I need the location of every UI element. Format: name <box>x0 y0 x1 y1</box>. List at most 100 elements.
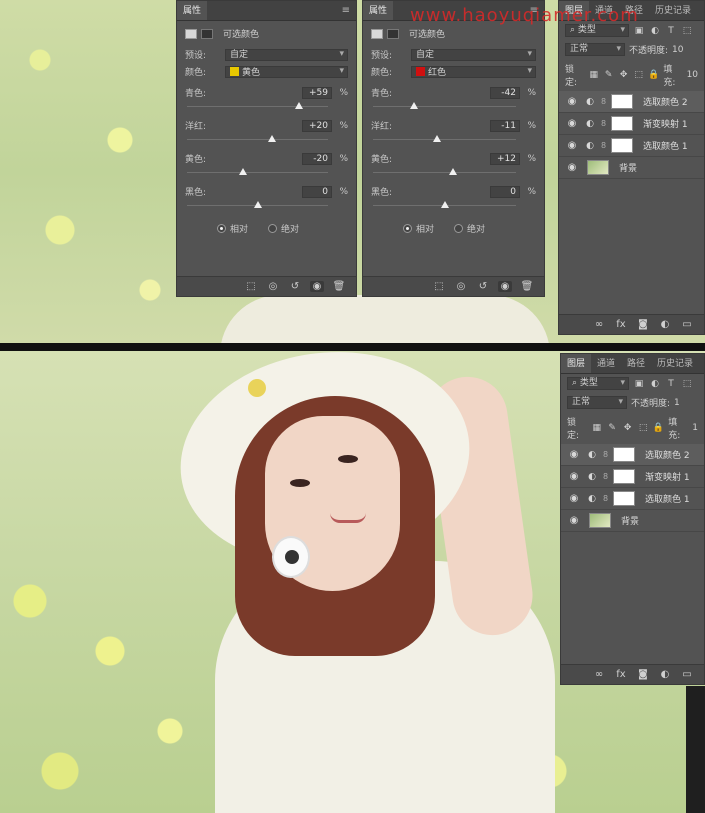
lock-transparent-icon[interactable]: ▦ <box>588 70 599 80</box>
radio-relative[interactable]: 相对 <box>403 222 434 235</box>
new-group-icon[interactable]: ▭ <box>680 319 694 330</box>
slider-track[interactable] <box>373 134 516 146</box>
link-layers-icon[interactable]: ∞ <box>592 669 606 680</box>
eye-icon[interactable]: ◉ <box>567 471 581 482</box>
value-field[interactable]: -11 <box>490 119 520 132</box>
tab-history[interactable]: 历史记录 <box>651 354 699 373</box>
lock-artboard-icon[interactable]: ⬚ <box>637 423 648 433</box>
shape-filter-icon[interactable]: ⬚ <box>681 379 693 389</box>
new-adjustment-icon[interactable]: ◐ <box>658 319 672 330</box>
clip-to-layer-icon[interactable]: ⬚ <box>244 281 258 292</box>
fill-value[interactable]: 10 <box>687 70 698 80</box>
image-filter-icon[interactable]: ▣ <box>633 26 645 36</box>
layer-row[interactable]: ◉ 背景 <box>559 157 704 179</box>
blend-mode-select[interactable]: 正常 <box>565 43 625 56</box>
panel-menu-icon[interactable]: ≡ <box>342 1 350 21</box>
link-layers-icon[interactable]: ∞ <box>592 319 606 330</box>
eye-icon[interactable]: ◉ <box>565 140 579 151</box>
slider-track[interactable] <box>187 134 328 146</box>
opacity-value[interactable]: 1 <box>674 398 680 408</box>
type-filter-icon[interactable]: T <box>665 379 677 389</box>
clip-to-layer-icon[interactable]: ⬚ <box>432 281 446 292</box>
filter-select[interactable]: ⌕ 类型 <box>567 377 629 390</box>
radio-absolute[interactable]: 绝对 <box>268 222 299 235</box>
eye-icon[interactable]: ◉ <box>565 118 579 129</box>
eye-icon[interactable]: ◉ <box>567 449 581 460</box>
visibility-eye-icon[interactable]: ◉ <box>310 281 324 292</box>
slider-track[interactable] <box>373 200 516 212</box>
eye-icon[interactable]: ◉ <box>565 96 579 107</box>
mask-icon[interactable] <box>387 28 399 39</box>
new-adjustment-icon[interactable]: ◐ <box>658 669 672 680</box>
fx-icon[interactable]: fx <box>614 319 628 330</box>
reset-icon[interactable]: ↺ <box>476 281 490 292</box>
trash-icon[interactable]: 🗑 <box>332 281 346 292</box>
lock-position-icon[interactable]: ✥ <box>618 70 629 80</box>
type-filter-icon[interactable]: T <box>665 26 677 36</box>
layer-row[interactable]: ◉ 背景 <box>561 510 704 532</box>
color-select[interactable]: 黄色 <box>225 65 348 78</box>
slider-thumb[interactable] <box>253 201 262 208</box>
add-mask-icon[interactable]: ◙ <box>636 319 650 330</box>
layer-row[interactable]: ◉ ◐ 8 选取颜色 1 <box>559 135 704 157</box>
tab-layers[interactable]: 图层 <box>561 354 592 373</box>
opacity-value[interactable]: 10 <box>672 45 683 55</box>
tab-history[interactable]: 历史记录 <box>649 1 697 20</box>
layer-mask-thumb[interactable] <box>613 469 635 484</box>
slider-track[interactable] <box>187 200 328 212</box>
trash-icon[interactable]: 🗑 <box>520 281 534 292</box>
layer-row[interactable]: ◉ ◐ 8 渐变映射 1 <box>559 113 704 135</box>
adjustment-filter-icon[interactable]: ◐ <box>649 379 661 389</box>
slider-thumb[interactable] <box>432 135 441 142</box>
eye-icon[interactable]: ◉ <box>567 515 581 526</box>
preset-select[interactable]: 自定 <box>225 48 348 61</box>
slider-thumb[interactable] <box>239 168 248 175</box>
layer-mask-thumb[interactable] <box>613 447 635 462</box>
slider-thumb[interactable] <box>449 168 458 175</box>
preset-select[interactable]: 自定 <box>411 48 536 61</box>
layer-row[interactable]: ◉ ◐ 8 渐变映射 1 <box>561 466 704 488</box>
tab-channels[interactable]: 通道 <box>591 354 621 373</box>
slider-track[interactable] <box>373 167 516 179</box>
slider-thumb[interactable] <box>440 201 449 208</box>
lock-artboard-icon[interactable]: ⬚ <box>633 70 644 80</box>
fx-icon[interactable]: fx <box>614 669 628 680</box>
value-field[interactable]: -20 <box>302 152 332 165</box>
value-field[interactable]: 0 <box>302 185 332 198</box>
eye-icon[interactable]: ◉ <box>565 162 579 173</box>
blend-mode-select[interactable]: 正常 <box>567 396 627 409</box>
slider-track[interactable] <box>187 167 328 179</box>
layer-row[interactable]: ◉ ◐ 8 选取颜色 2 <box>559 91 704 113</box>
layer-mask-thumb[interactable] <box>611 138 633 153</box>
layer-mask-thumb[interactable] <box>611 94 633 109</box>
radio-absolute[interactable]: 绝对 <box>454 222 485 235</box>
lock-all-icon[interactable]: 🔒 <box>653 423 664 433</box>
fill-value[interactable]: 1 <box>692 423 698 433</box>
view-previous-icon[interactable]: ◎ <box>454 281 468 292</box>
layer-row[interactable]: ◉ ◐ 8 选取颜色 1 <box>561 488 704 510</box>
lock-all-icon[interactable]: 🔒 <box>648 70 659 80</box>
reset-icon[interactable]: ↺ <box>288 281 302 292</box>
tab-paths[interactable]: 路径 <box>621 354 651 373</box>
shape-filter-icon[interactable]: ⬚ <box>681 26 693 36</box>
image-filter-icon[interactable]: ▣ <box>633 379 645 389</box>
lock-transparent-icon[interactable]: ▦ <box>591 423 602 433</box>
layer-mask-thumb[interactable] <box>611 116 633 131</box>
slider-track[interactable] <box>187 101 328 113</box>
value-field[interactable]: +20 <box>302 119 332 132</box>
lock-position-icon[interactable]: ✥ <box>622 423 633 433</box>
value-field[interactable]: 0 <box>490 185 520 198</box>
new-group-icon[interactable]: ▭ <box>680 669 694 680</box>
lock-pixels-icon[interactable]: ✎ <box>603 70 614 80</box>
slider-track[interactable] <box>373 101 516 113</box>
visibility-eye-icon[interactable]: ◉ <box>498 281 512 292</box>
mask-icon[interactable] <box>201 28 213 39</box>
slider-thumb[interactable] <box>295 102 304 109</box>
tab-properties[interactable]: 属性 <box>177 1 208 20</box>
view-previous-icon[interactable]: ◎ <box>266 281 280 292</box>
layer-row[interactable]: ◉ ◐ 8 选取颜色 2 <box>561 444 704 466</box>
slider-thumb[interactable] <box>410 102 419 109</box>
slider-thumb[interactable] <box>267 135 276 142</box>
value-field[interactable]: -42 <box>490 86 520 99</box>
color-select[interactable]: 红色 <box>411 65 536 78</box>
